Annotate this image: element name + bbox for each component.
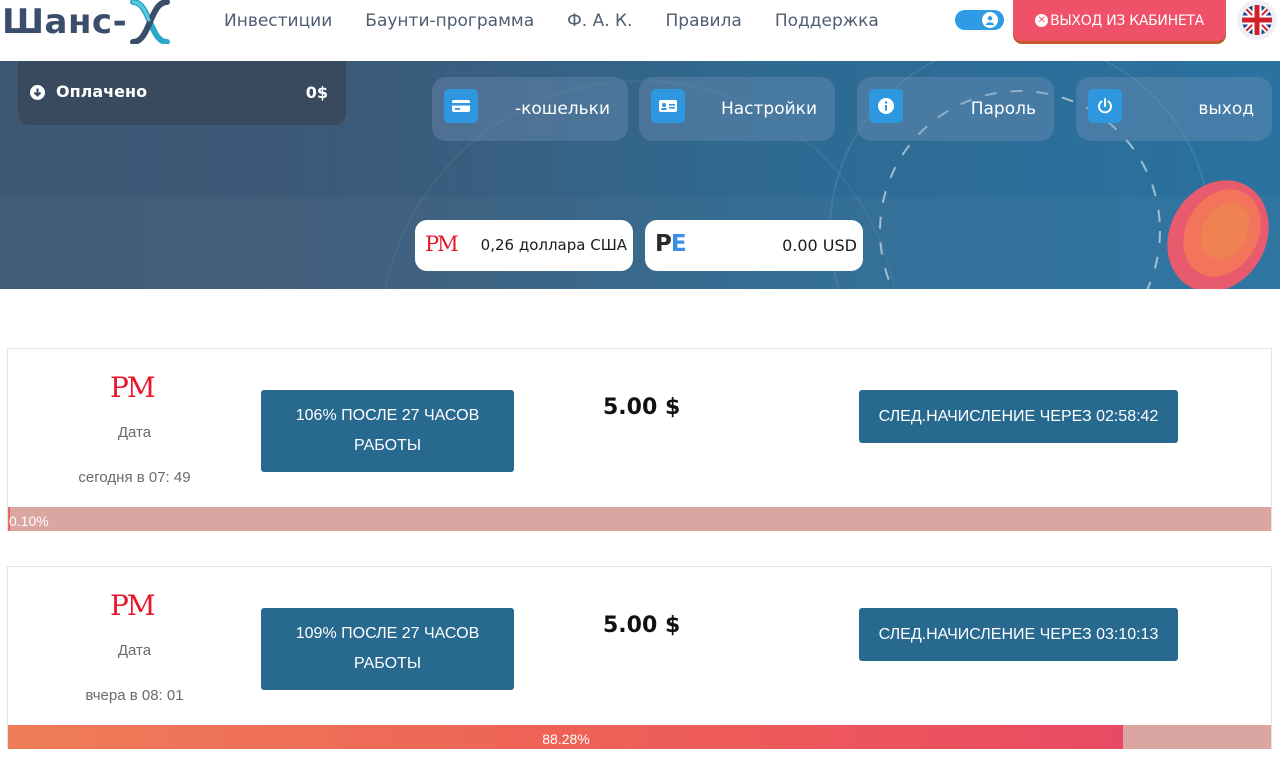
deposit-card: PM Дата сегодня в 07: 49 106% ПОСЛЕ 27 Ч… xyxy=(7,348,1272,531)
exit-cabinet-button[interactable]: ✕ ВЫХОД ИЗ КАБИНЕТА xyxy=(1013,0,1226,41)
deposit-plan-button[interactable]: 106% ПОСЛЕ 27 ЧАСОВ РАБОТЫ xyxy=(261,390,514,472)
menu-settings-label: Настройки xyxy=(720,99,817,119)
deposit-progress-bar: 0.10% xyxy=(8,507,1271,531)
deposit-plan-line1: 106% ПОСЛЕ 27 ЧАСОВ xyxy=(295,407,480,424)
menu-wallets-label: -кошельки xyxy=(514,99,610,119)
brand-x-icon xyxy=(127,0,173,45)
deposit-date-label: Дата xyxy=(117,642,152,659)
payeer-logo: PE xyxy=(655,231,687,257)
balance-pe-value: 0.00 USD xyxy=(782,236,857,255)
brand-name: Шанс- xyxy=(2,2,128,42)
card-icon xyxy=(444,89,478,123)
top-navbar: Шанс- Инвестиции Баунти-программа Ф. А. … xyxy=(0,0,1280,61)
balance-pm: PM 0,26 доллара США xyxy=(415,220,633,271)
menu-password-label: Пароль xyxy=(970,99,1036,119)
uk-flag-icon[interactable] xyxy=(1237,0,1277,40)
deposit-date: сегодня в 07: 49 xyxy=(78,469,191,486)
arrow-down-circle-icon xyxy=(30,85,45,100)
paid-label: Оплачено xyxy=(56,82,148,101)
deposit-card: PM Дата вчера в 08: 01 109% ПОСЛЕ 27 ЧАС… xyxy=(7,566,1272,749)
perfect-money-logo: PM xyxy=(425,232,459,256)
deposit-plan-button[interactable]: 109% ПОСЛЕ 27 ЧАСОВ РАБОТЫ xyxy=(261,608,514,690)
deposit-progress-text: 88.28% xyxy=(542,731,590,747)
menu-logout-label: выход xyxy=(1198,99,1254,119)
power-icon xyxy=(1088,89,1122,123)
balance-pe: PE 0.00 USD xyxy=(645,220,863,271)
deposit-plan-line2: РАБОТЫ xyxy=(354,437,421,454)
paid-value: 0$ xyxy=(305,83,328,102)
nav-faq[interactable]: Ф. А. К. xyxy=(567,9,632,33)
brand-logo[interactable]: Шанс- xyxy=(2,0,173,45)
paid-summary: Оплачено 0$ xyxy=(18,61,346,125)
user-icon xyxy=(982,12,998,28)
menu-logout[interactable]: выход xyxy=(1076,77,1272,141)
menu-password[interactable]: Пароль xyxy=(857,77,1054,141)
nav-support[interactable]: Поддержка xyxy=(775,9,879,33)
deposit-amount: 5.00 $ xyxy=(603,613,681,638)
deposit-amount: 5.00 $ xyxy=(603,395,681,420)
deposit-plan-line2: РАБОТЫ xyxy=(354,655,421,672)
account-toggle[interactable] xyxy=(955,10,1004,30)
exit-cabinet-label: ВЫХОД ИЗ КАБИНЕТА xyxy=(1050,12,1204,29)
account-banner: Оплачено 0$ -кошельки Настройки Пароль в… xyxy=(0,61,1280,289)
menu-settings[interactable]: Настройки xyxy=(639,77,835,141)
perfect-money-logo: PM xyxy=(110,371,155,404)
nav-rules[interactable]: Правила xyxy=(666,9,742,33)
menu-wallets[interactable]: -кошельки xyxy=(432,77,628,141)
close-icon: ✕ xyxy=(1035,14,1049,27)
deposit-date: вчера в 08: 01 xyxy=(85,687,184,704)
nav-bounty[interactable]: Баунти-программа xyxy=(365,9,534,33)
perfect-money-logo: PM xyxy=(110,589,155,622)
nav-investments[interactable]: Инвестиции xyxy=(224,9,332,33)
balance-pm-value: 0,26 доллара США xyxy=(480,236,627,254)
next-accrual-button[interactable]: СЛЕД.НАЧИСЛЕНИЕ ЧЕРЕЗ 02:58:42 xyxy=(859,390,1178,443)
deposit-date-label: Дата xyxy=(117,424,152,441)
deposit-progress-text: 0.10% xyxy=(9,513,49,529)
deposit-plan-line1: 109% ПОСЛЕ 27 ЧАСОВ xyxy=(295,625,480,642)
info-icon xyxy=(869,89,903,123)
main-nav: Инвестиции Баунти-программа Ф. А. К. Пра… xyxy=(224,9,912,33)
next-accrual-button[interactable]: СЛЕД.НАЧИСЛЕНИЕ ЧЕРЕЗ 03:10:13 xyxy=(859,608,1178,661)
id-card-icon xyxy=(651,89,685,123)
deposit-progress-bar: 88.28% xyxy=(8,725,1271,749)
